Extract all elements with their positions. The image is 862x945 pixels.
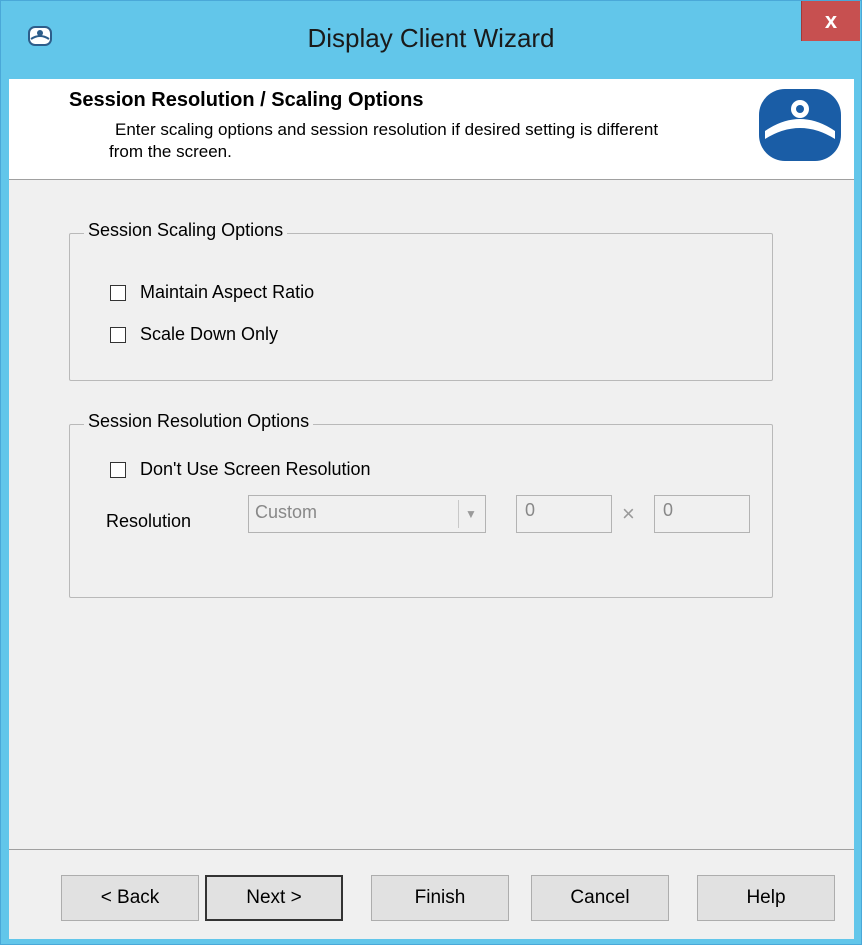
- session-resolution-legend: Session Resolution Options: [84, 411, 314, 432]
- dont-use-screen-resolution-checkbox[interactable]: Don't Use Screen Resolution: [110, 459, 371, 480]
- terminalworks-logo-icon: [759, 89, 841, 161]
- finish-button[interactable]: Finish: [371, 875, 509, 921]
- cancel-button[interactable]: Cancel: [531, 875, 669, 921]
- window-title: Display Client Wizard: [307, 23, 555, 53]
- checkbox-box[interactable]: [110, 461, 126, 478]
- session-scaling-legend: Session Scaling Options: [84, 220, 288, 241]
- scale-down-only-checkbox[interactable]: Scale Down Only: [110, 324, 278, 345]
- wizard-body: Session Resolution / Scaling Options Ent…: [9, 79, 854, 939]
- resolution-label: Resolution: [106, 511, 192, 531]
- resolution-dropdown-value: Custom: [255, 502, 318, 522]
- resolution-height-input[interactable]: 0: [654, 495, 750, 533]
- times-icon: ×: [622, 501, 635, 526]
- wizard-header: Session Resolution / Scaling Options Ent…: [9, 79, 854, 180]
- page-title: Session Resolution / Scaling Options: [69, 89, 424, 111]
- checkbox-label: Scale Down Only: [140, 324, 279, 344]
- close-button[interactable]: x: [801, 1, 860, 41]
- session-scaling-group: Session Scaling Options Maintain Aspect …: [69, 220, 773, 381]
- checkbox-box[interactable]: [110, 326, 126, 343]
- resolution-dropdown[interactable]: Custom ▼: [248, 495, 486, 533]
- footer-divider: [9, 849, 854, 850]
- next-button[interactable]: Next >: [205, 875, 343, 921]
- resolution-width-input[interactable]: 0: [516, 495, 612, 533]
- title-bar[interactable]: Display Client Wizard x: [1, 1, 861, 79]
- maintain-aspect-ratio-checkbox[interactable]: Maintain Aspect Ratio: [110, 282, 314, 303]
- wizard-window: Display Client Wizard x Session Resoluti…: [0, 0, 862, 945]
- back-button[interactable]: < Back: [61, 875, 199, 921]
- page-description: Enter scaling options and session resolu…: [109, 120, 659, 161]
- checkbox-label: Don't Use Screen Resolution: [140, 459, 371, 479]
- help-button[interactable]: Help: [697, 875, 835, 921]
- checkbox-label: Maintain Aspect Ratio: [140, 282, 315, 302]
- chevron-down-icon[interactable]: ▼: [458, 500, 483, 528]
- session-resolution-group: Session Resolution Options Don't Use Scr…: [69, 411, 773, 598]
- checkbox-box[interactable]: [110, 284, 126, 301]
